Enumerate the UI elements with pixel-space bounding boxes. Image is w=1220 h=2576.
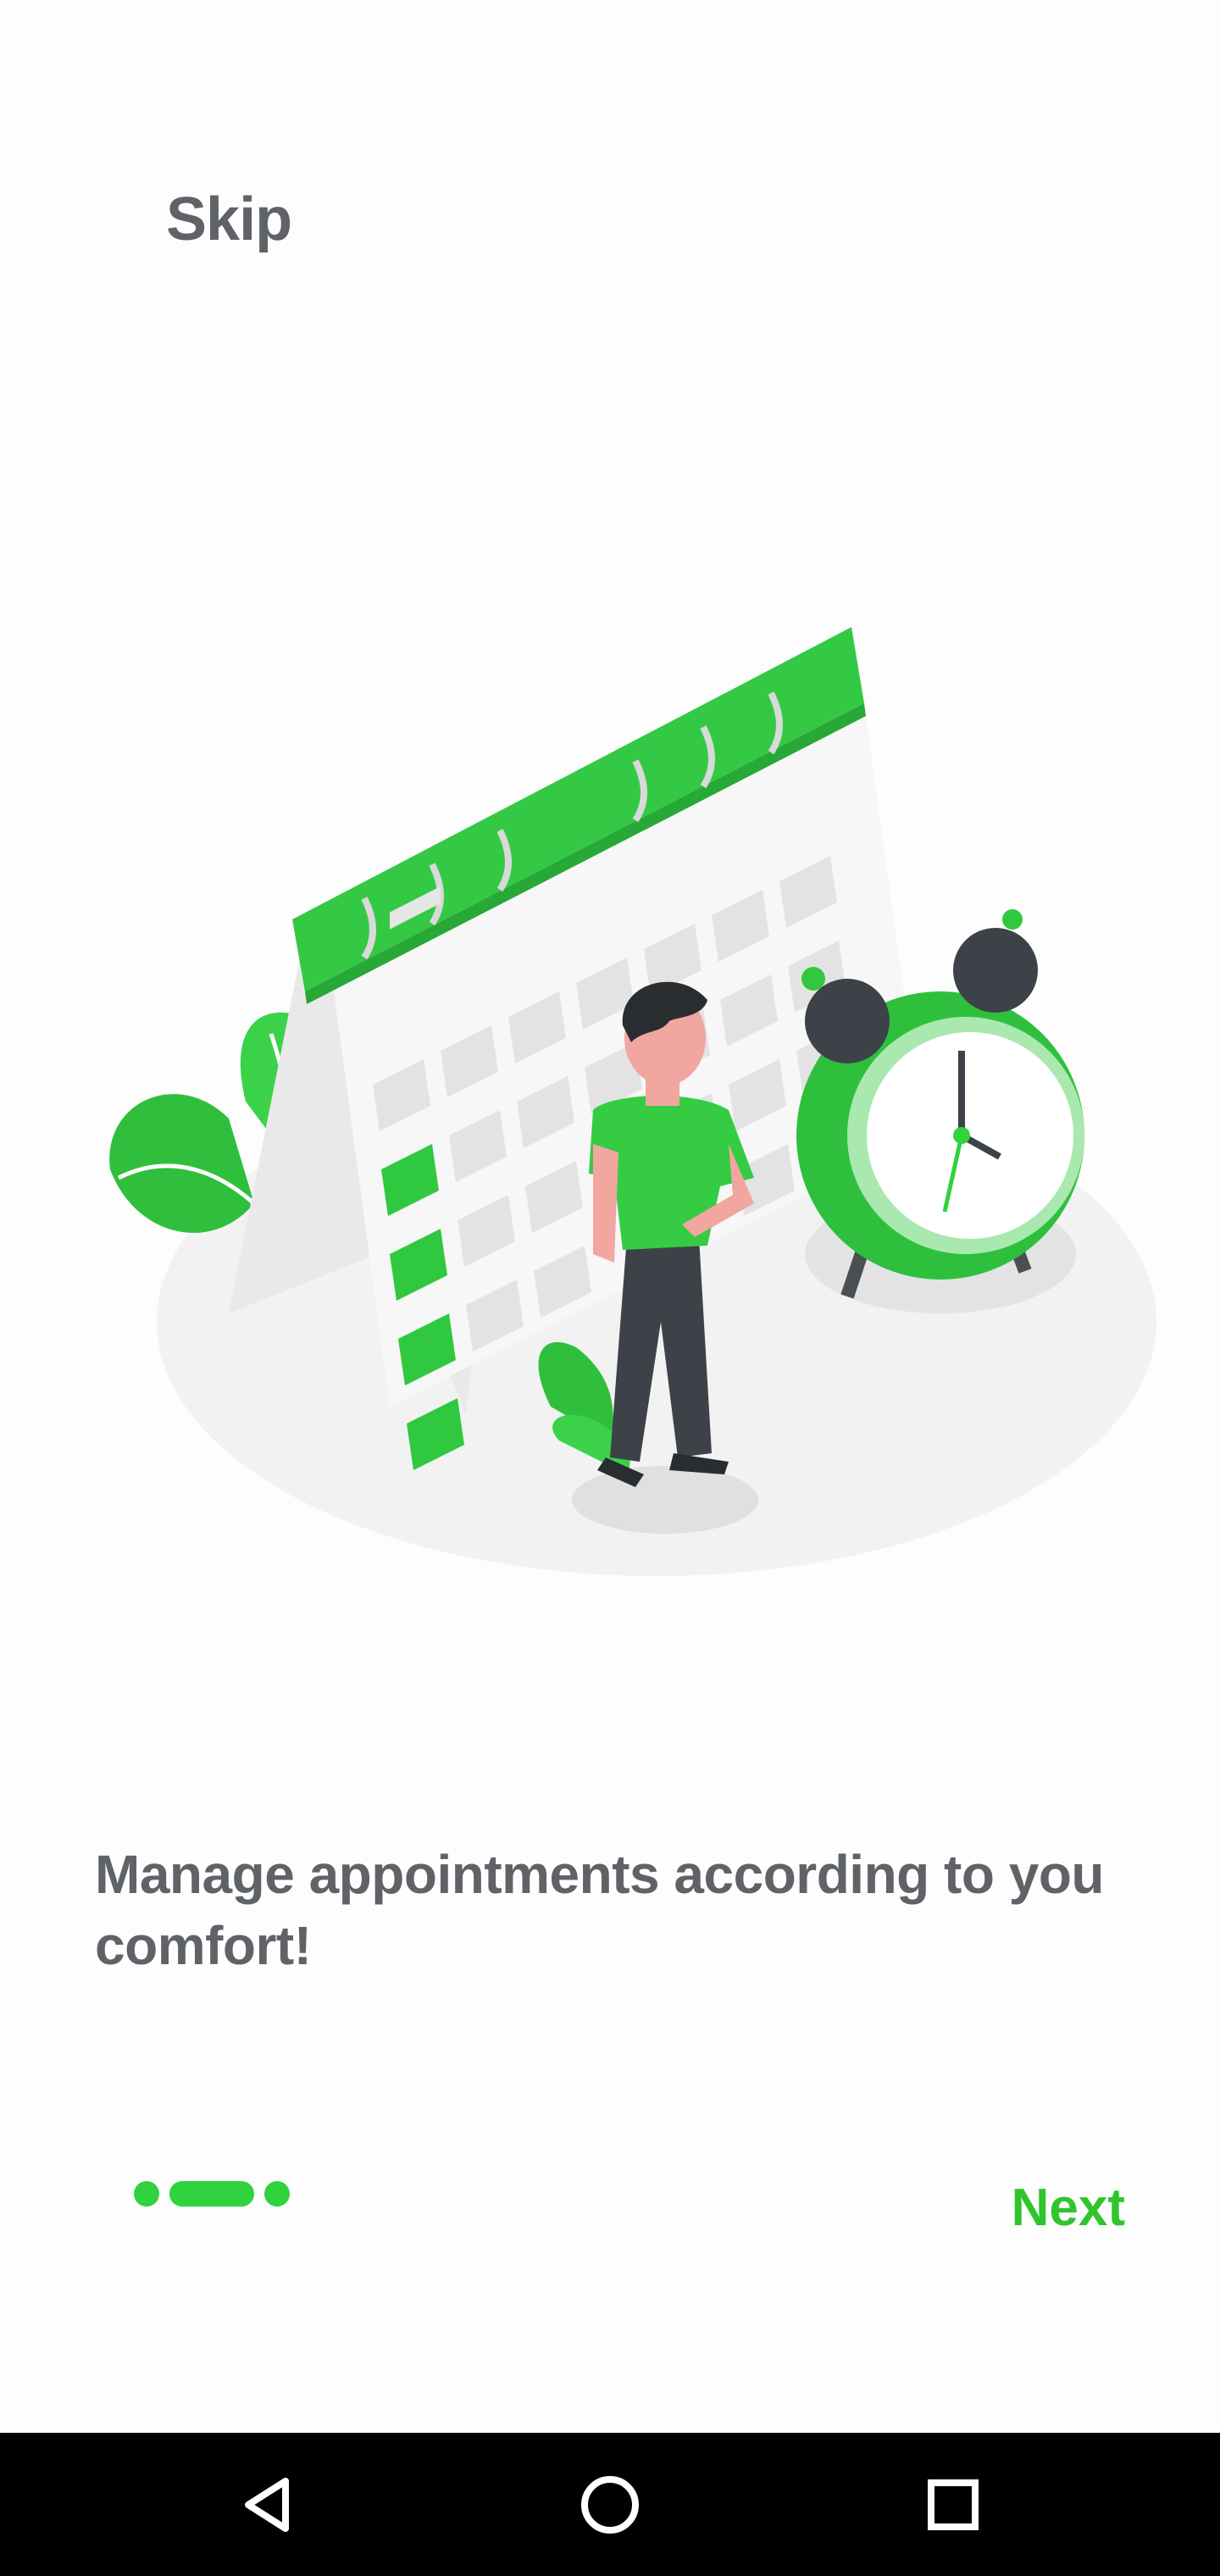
skip-button[interactable]: Skip	[166, 185, 292, 254]
home-button[interactable]	[572, 2467, 648, 2543]
system-navigation-bar	[0, 2433, 1220, 2576]
back-button[interactable]	[229, 2467, 305, 2543]
page-indicator-dot-3	[264, 2181, 290, 2207]
recent-apps-button[interactable]	[915, 2467, 991, 2543]
onboarding-headline: Manage appointments according to you com…	[95, 1844, 1105, 1976]
page-indicator-dot-2-active	[169, 2181, 254, 2207]
home-circle-icon	[581, 2476, 639, 2534]
next-button[interactable]: Next	[1012, 2178, 1125, 2238]
onboarding-screen: Skip Manage appointments according to yo…	[0, 0, 1220, 2576]
calendar-person-clock-illustration	[109, 627, 1156, 1576]
recent-square-icon	[928, 2479, 979, 2530]
back-triangle-icon	[245, 2478, 289, 2532]
page-indicator-dot-1	[134, 2181, 159, 2207]
